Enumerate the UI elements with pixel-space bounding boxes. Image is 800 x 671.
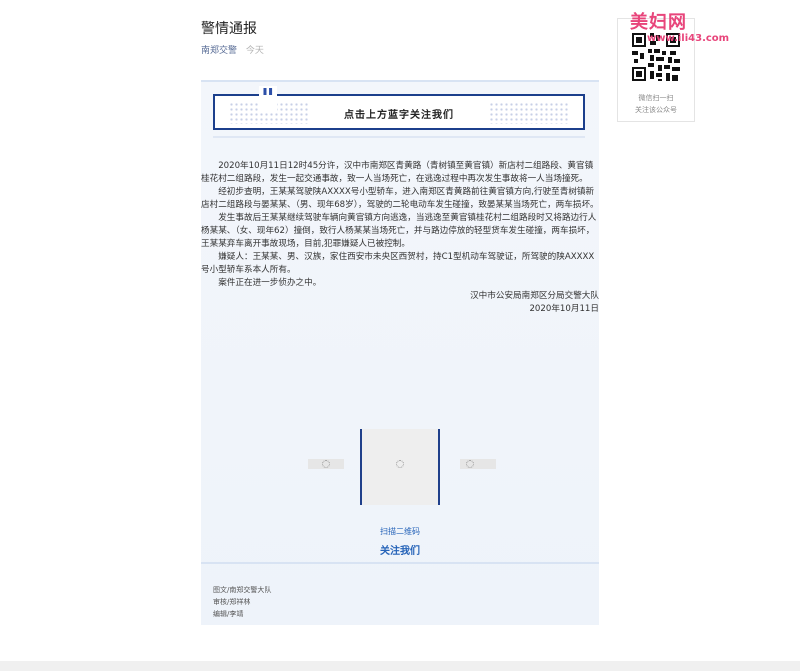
sign-organization: 汉中市公安局南郑区分局交警大队: [470, 291, 599, 301]
follow-hint: 关注该公众号: [635, 106, 677, 114]
article-content: " 点击上方蓝字关注我们 2020年10月11日12时45分许，汉中市南郑区青黄…: [201, 80, 599, 625]
divider-top: [201, 80, 599, 82]
page-footer: [0, 661, 800, 671]
scan-hint: 微信扫一扫: [638, 94, 674, 102]
qr-code-image[interactable]: [360, 429, 440, 505]
credits: 图文/南郑交警大队 审核/郑祥林 编辑/李靖: [213, 584, 271, 620]
paragraph: 经初步查明，王某某驾驶陕AXXXX号小型轿车，进入南郑区青黄路前往黄官镇方向,行…: [201, 187, 599, 210]
spinner-icon: [322, 460, 330, 468]
banner-shadow: [213, 136, 585, 138]
spinner-icon: [466, 460, 474, 468]
credit-line: 编辑/李靖: [213, 610, 244, 618]
qr-gallery: [308, 429, 498, 509]
account-link[interactable]: 南郑交警: [201, 46, 237, 56]
credit-line: 审核/郑祥林: [213, 598, 251, 606]
watermark-text: 美妇网: [630, 12, 687, 33]
paragraph: 嫌疑人：王某某、男、汉族，家住西安市未央区西贺村，持C1型机动车驾驶证，所驾驶的…: [201, 252, 595, 275]
credit-line: 图文/南郑交警大队: [213, 586, 272, 594]
divider-bottom: [201, 562, 599, 564]
paragraph: 案件正在进一步侦办之中。: [218, 278, 322, 288]
watermark-url: www.ili43.com: [647, 33, 730, 44]
sign-date: 2020年10月11日: [529, 304, 599, 314]
follow-banner[interactable]: " 点击上方蓝字关注我们: [213, 86, 585, 130]
paragraph: 2020年10月11日12时45分许，汉中市南郑区青黄路（青树镇至黄官镇）新店村…: [201, 161, 594, 184]
image-placeholder-right: [460, 459, 496, 469]
follow-us-label: 关注我们: [380, 546, 420, 557]
article-body: 2020年10月11日12时45分许，汉中市南郑区青黄路（青树镇至黄官镇）新店村…: [201, 160, 599, 316]
paragraph: 发生事故后王某某继续驾驶车辆向黄官镇方向逃逸，当逃逸至黄官镇桂花村二组路段时又将…: [201, 213, 597, 249]
article-title: 警情通报: [201, 21, 257, 37]
publish-date: 今天: [245, 46, 264, 56]
spinner-icon: [396, 460, 404, 468]
image-placeholder-left: [308, 459, 344, 469]
article-meta: 南郑交警 今天: [201, 43, 264, 56]
banner-text: 点击上方蓝字关注我们: [344, 110, 454, 121]
scan-qr-label: 扫描二维码: [380, 527, 420, 536]
